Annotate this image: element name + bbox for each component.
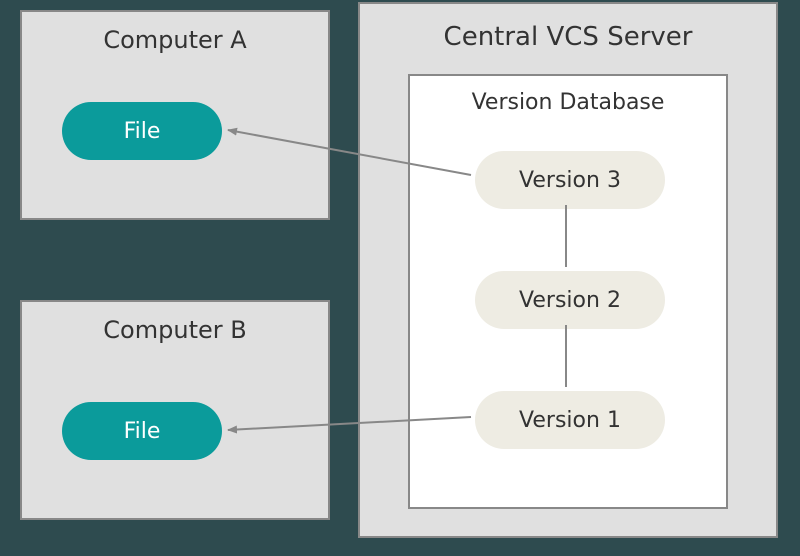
version-database-title: Version Database <box>410 76 726 115</box>
version-3-pill: Version 3 <box>475 151 665 209</box>
version-1-pill: Version 1 <box>475 391 665 449</box>
version-3-label: Version 3 <box>519 168 621 193</box>
computer-b-file-pill: File <box>62 402 222 460</box>
version-2-label: Version 2 <box>519 288 621 313</box>
computer-b-box: Computer B File <box>20 300 330 520</box>
computer-a-title: Computer A <box>22 12 328 54</box>
version-database-box: Version Database Version 3 Version 2 Ver… <box>408 74 728 509</box>
version-1-label: Version 1 <box>519 408 621 433</box>
version-2-pill: Version 2 <box>475 271 665 329</box>
computer-a-file-label: File <box>124 119 161 144</box>
server-box: Central VCS Server Version Database Vers… <box>358 2 778 538</box>
server-title: Central VCS Server <box>360 4 776 52</box>
diagram-canvas: Computer A File Computer B File Central … <box>0 0 800 556</box>
computer-a-box: Computer A File <box>20 10 330 220</box>
computer-a-file-pill: File <box>62 102 222 160</box>
computer-b-title: Computer B <box>22 302 328 344</box>
computer-b-file-label: File <box>124 419 161 444</box>
